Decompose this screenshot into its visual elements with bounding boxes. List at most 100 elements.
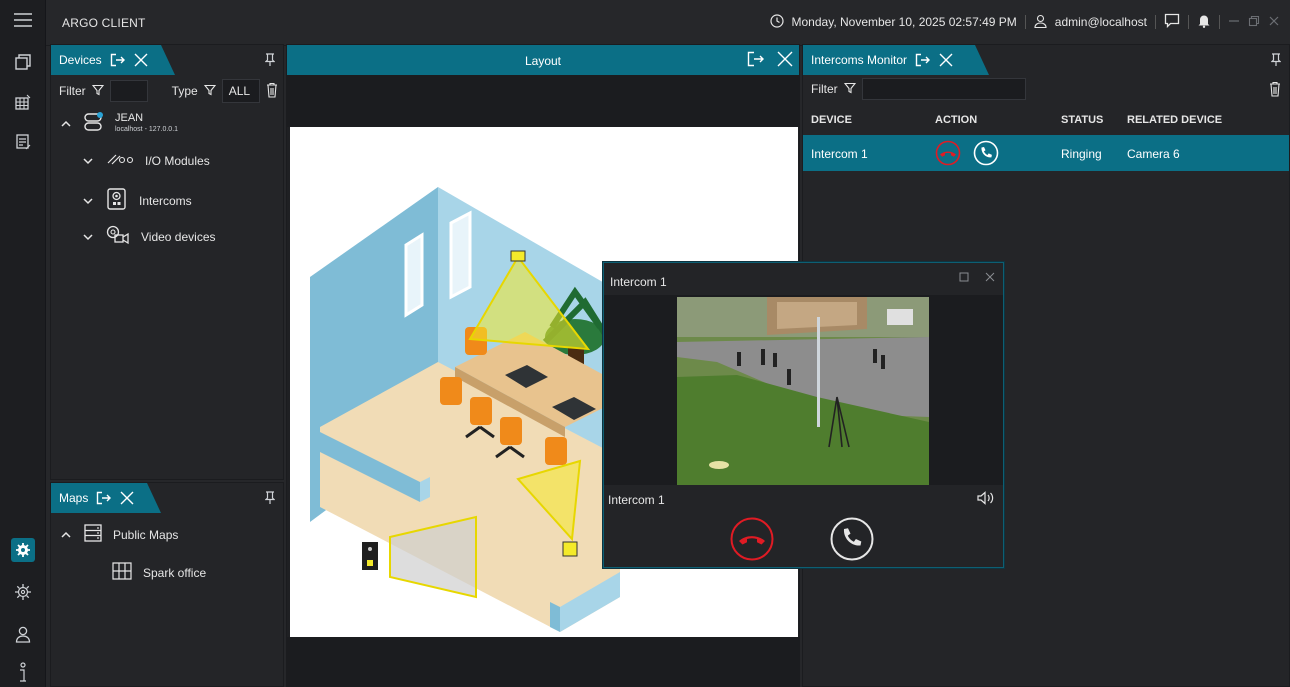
server-label: JEAN localhost - 127.0.0.1 [115, 112, 178, 135]
hangup-button[interactable] [935, 140, 961, 169]
close-window-icon[interactable] [1268, 15, 1280, 30]
tree-item-label: Intercoms [139, 193, 192, 208]
tree-public-maps[interactable]: Public Maps [59, 523, 178, 546]
intercoms-filter-row: Filter [811, 78, 1026, 100]
layout-bottom-space [287, 637, 799, 687]
reports-icon[interactable] [11, 130, 35, 154]
maximize-icon[interactable] [959, 271, 969, 285]
close-icon[interactable] [777, 51, 793, 70]
popup-title: Intercom 1 [610, 275, 667, 289]
tree-item-spark-office[interactable]: Spark office [111, 561, 206, 584]
hangup-icon [935, 140, 961, 166]
chevron-down-icon[interactable] [81, 230, 95, 244]
divider [1219, 15, 1220, 29]
phone-answer-icon [973, 140, 999, 166]
windows-icon[interactable] [11, 50, 35, 74]
filter-funnel-icon [843, 82, 856, 97]
trash-icon[interactable] [1269, 81, 1281, 100]
filter-label: Filter [811, 82, 838, 96]
column-related-device[interactable]: RELATED DEVICE [1127, 114, 1222, 126]
column-device[interactable]: DEVICE [811, 114, 852, 126]
top-bar: ARGO CLIENT Monday, November 10, 2025 02… [46, 0, 1290, 46]
cell-related-device: Camera 6 [1127, 147, 1180, 161]
hamburger-menu-icon[interactable] [11, 8, 35, 32]
divider [1188, 15, 1189, 29]
popup-intercom-label: Intercom 1 [608, 493, 665, 507]
configuration-gear-icon[interactable] [11, 580, 35, 604]
hangup-icon [730, 517, 774, 561]
user-icon [1034, 14, 1047, 31]
close-icon[interactable] [120, 491, 134, 505]
filter-input[interactable] [109, 80, 148, 102]
devices-tab-label: Devices [59, 53, 102, 67]
tree-item-video-devices[interactable]: Video devices [81, 225, 216, 248]
detach-icon[interactable] [110, 53, 126, 67]
io-modules-icon [105, 151, 135, 170]
map-icon [111, 561, 133, 584]
type-select[interactable]: ALL [221, 79, 260, 103]
pin-icon[interactable] [264, 53, 276, 70]
tree-item-intercoms[interactable]: Intercoms [81, 187, 192, 214]
clock-icon [769, 13, 784, 31]
column-action[interactable]: ACTION [935, 114, 977, 126]
layout-header: Layout [287, 45, 799, 75]
type-label: Type [171, 84, 198, 98]
restore-icon[interactable] [1248, 15, 1260, 30]
top-bar-status: Monday, November 10, 2025 02:57:49 PM ad… [769, 13, 1280, 31]
trash-icon[interactable] [266, 82, 278, 101]
maps-tab[interactable]: Maps [51, 483, 161, 513]
popup-answer-button[interactable] [830, 517, 874, 564]
tree-item-label: I/O Modules [145, 153, 210, 168]
bell-icon[interactable] [1197, 13, 1211, 31]
tree-item-io-modules[interactable]: I/O Modules [81, 151, 210, 170]
chevron-down-icon[interactable] [81, 194, 95, 208]
layout-title: Layout [524, 54, 562, 68]
intercom-popup-window[interactable]: Intercom 1 Intercom 1 [603, 262, 1004, 568]
camera-video-feed[interactable] [677, 297, 929, 485]
info-icon[interactable] [11, 660, 35, 684]
divider [1024, 15, 1026, 29]
layout-toolbar-space [287, 75, 799, 127]
close-icon[interactable] [939, 53, 953, 67]
settings-gear-icon[interactable] [11, 538, 35, 562]
phone-answer-icon [830, 517, 874, 561]
video-area [604, 295, 1003, 485]
devices-tab[interactable]: Devices [51, 45, 175, 75]
layout-buttons [747, 51, 793, 70]
devices-filter-row: Filter Type ALL [59, 79, 278, 103]
filter-label: Filter [59, 84, 86, 98]
cell-status: Ringing [1061, 147, 1102, 161]
cell-device: Intercom 1 [811, 147, 868, 161]
camera-video-image [677, 297, 929, 485]
detach-icon[interactable] [915, 53, 931, 67]
answer-button[interactable] [973, 140, 999, 169]
devices-tabbar: Devices [51, 45, 283, 75]
pin-icon[interactable] [264, 491, 276, 508]
detach-icon[interactable] [96, 491, 112, 505]
popup-controls [959, 271, 995, 285]
speaker-icon[interactable] [977, 491, 995, 508]
current-user[interactable]: admin@localhost [1055, 15, 1147, 29]
chevron-down-icon[interactable] [81, 154, 95, 168]
tree-server-jean[interactable]: JEAN localhost - 127.0.0.1 [59, 111, 178, 136]
detach-icon[interactable] [747, 51, 765, 70]
chat-icon[interactable] [1164, 13, 1180, 31]
table-row[interactable]: Intercom 1 Ringing Camera 6 [803, 135, 1289, 171]
chevron-up-icon[interactable] [59, 528, 73, 542]
intercoms-filter-input[interactable] [861, 78, 1026, 100]
tree-item-label: Spark office [143, 565, 207, 580]
pin-icon[interactable] [1270, 53, 1282, 70]
close-icon[interactable] [134, 53, 148, 67]
minimize-icon[interactable] [1228, 15, 1240, 30]
close-icon[interactable] [985, 271, 995, 285]
intercoms-tab-label: Intercoms Monitor [811, 53, 908, 67]
user-icon[interactable] [11, 622, 35, 646]
chevron-up-icon[interactable] [59, 117, 73, 131]
layout-grid-icon[interactable] [11, 90, 35, 114]
intercoms-table-header: DEVICE ACTION STATUS RELATED DEVICE [803, 109, 1289, 131]
left-rail [0, 0, 46, 687]
intercoms-monitor-tab[interactable]: Intercoms Monitor [803, 45, 989, 75]
app-title: ARGO CLIENT [62, 16, 146, 30]
column-status[interactable]: STATUS [1061, 114, 1103, 126]
popup-hangup-button[interactable] [730, 517, 774, 564]
